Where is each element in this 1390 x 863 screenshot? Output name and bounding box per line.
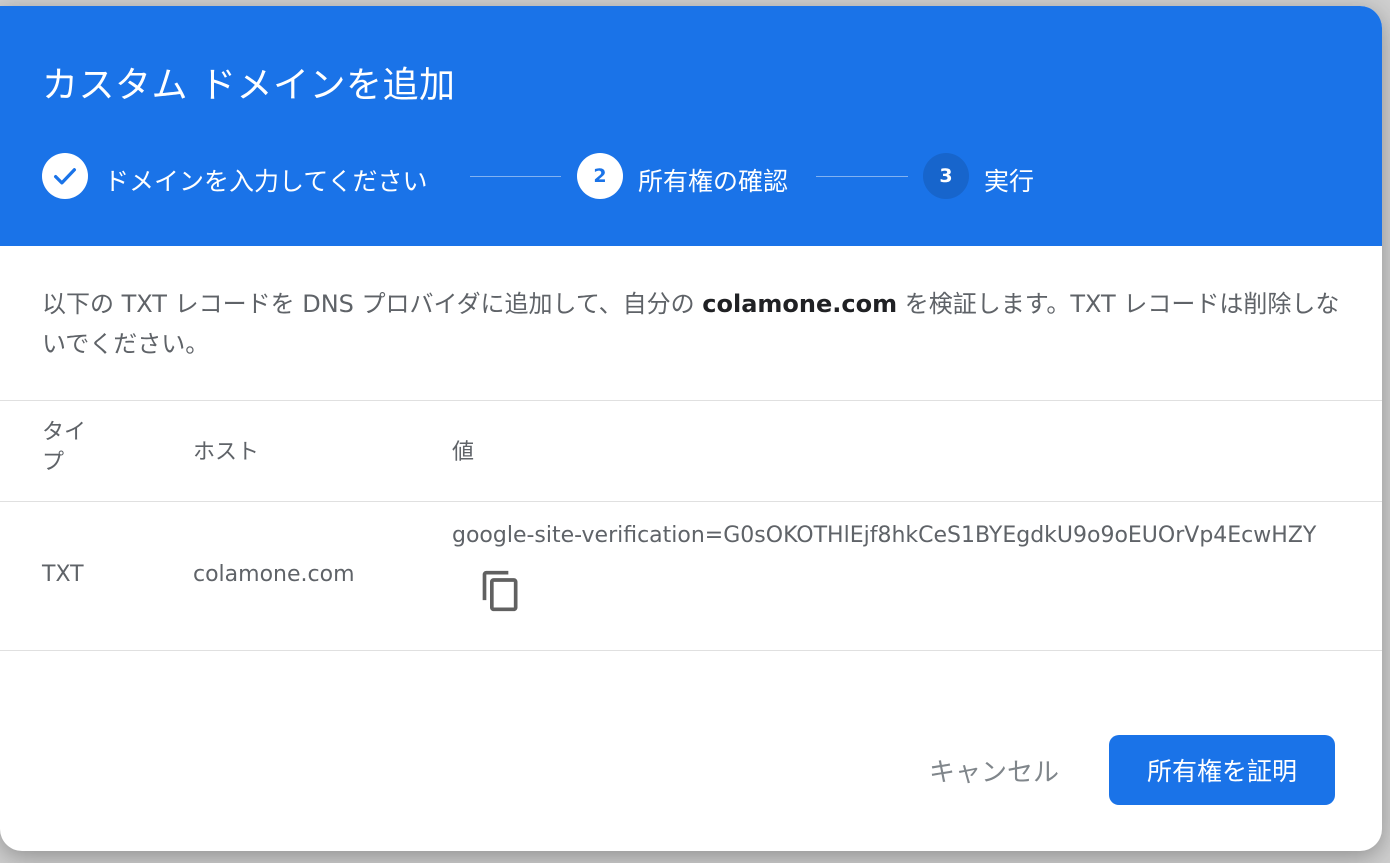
column-header-host: ホスト [193, 440, 260, 465]
step-2-indicator: 2 [577, 153, 623, 199]
record-value-cell[interactable]: google-site-verification=G0sOKOTHlEjf8hk… [452, 523, 1316, 548]
stepper: ドメインを入力してください 2 所有権の確認 3 実行 [42, 153, 1342, 199]
cancel-button[interactable]: キャンセル [906, 735, 1082, 805]
record-host-cell: colamone.com [193, 562, 355, 587]
column-header-value: 値 [452, 440, 475, 465]
copy-value-button[interactable] [474, 564, 528, 618]
copy-icon [482, 570, 518, 612]
check-icon [54, 168, 76, 185]
instruction-text: 以下の TXT レコードを DNS プロバイダに追加して、自分の colamon… [42, 284, 1352, 364]
verify-ownership-button[interactable]: 所有権を証明 [1109, 735, 1335, 805]
step-3-indicator: 3 [923, 153, 969, 199]
domain-name: colamone.com [702, 290, 898, 318]
step-1-completed-indicator [42, 153, 88, 199]
table-divider [0, 501, 1382, 502]
dialog-header: カスタム ドメインを追加 ドメインを入力してください 2 所有権の確認 3 実行 [0, 6, 1382, 246]
table-divider [0, 400, 1382, 401]
instruction-text-before: 以下の TXT レコードを DNS プロバイダに追加して、自分の [42, 290, 703, 318]
step-connector [816, 176, 908, 177]
step-2-label: 所有権の確認 [638, 167, 789, 196]
step-1-label: ドメインを入力してください [104, 167, 428, 196]
add-custom-domain-dialog: カスタム ドメインを追加 ドメインを入力してください 2 所有権の確認 3 実行… [0, 6, 1382, 851]
dialog-title: カスタム ドメインを追加 [42, 65, 456, 106]
table-divider [0, 650, 1382, 651]
column-header-type: タイプ [42, 420, 87, 475]
record-type-cell: TXT [42, 562, 84, 587]
step-3-label: 実行 [984, 167, 1035, 196]
step-connector [470, 176, 561, 177]
